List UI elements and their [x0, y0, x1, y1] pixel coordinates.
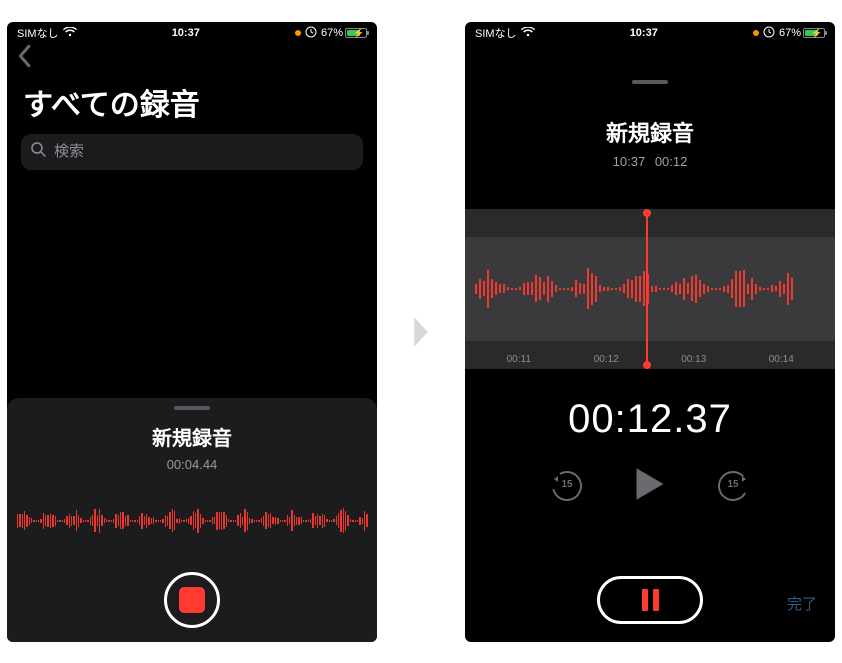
skip-amount-label: 15 — [716, 479, 750, 490]
waveform-scrubber[interactable]: 00:11 00:12 00:13 00:14 — [465, 209, 835, 369]
ruler-tick: 00:13 — [650, 354, 738, 365]
recording-clock-time: 10:37 — [613, 154, 646, 169]
transition-arrow-icon — [401, 315, 441, 349]
ruler-tick: 00:14 — [738, 354, 826, 365]
done-button[interactable]: 完了 — [787, 593, 817, 614]
drawer-grabber[interactable] — [632, 80, 668, 84]
recording-subtitle: 10:37 00:12 — [465, 154, 835, 169]
recording-title: 新規録音 — [152, 422, 232, 451]
wifi-icon — [63, 27, 77, 40]
search-input[interactable] — [54, 143, 353, 160]
recording-indicator-dot — [753, 30, 759, 36]
search-icon — [31, 142, 46, 162]
voice-memos-recording-screen: SIMなし 10:37 67% ⚡ 新規録音 10:37 00:12 — [465, 22, 835, 642]
pause-icon — [642, 589, 648, 611]
rotation-lock-icon — [763, 26, 775, 41]
playhead-cursor[interactable] — [646, 213, 648, 365]
time-ruler: 00:11 00:12 00:13 00:14 — [465, 354, 835, 365]
recording-title: 新規録音 — [465, 116, 835, 148]
skip-amount-label: 15 — [550, 479, 584, 490]
drawer-grabber[interactable] — [174, 406, 210, 410]
waveform — [7, 500, 377, 542]
recording-duration: 00:12 — [655, 154, 688, 169]
forward-15-button[interactable]: 15 — [716, 469, 750, 503]
play-button[interactable] — [634, 466, 666, 507]
search-field[interactable] — [21, 134, 363, 170]
status-bar: SIMなし 10:37 67% ⚡ — [465, 22, 835, 42]
recording-indicator-dot — [295, 30, 301, 36]
waveform — [465, 237, 835, 341]
stop-icon — [179, 587, 205, 613]
status-bar: SIMなし 10:37 67% ⚡ — [7, 22, 377, 42]
stop-recording-button[interactable] — [164, 572, 220, 628]
rotation-lock-icon — [305, 26, 317, 41]
battery-indicator: 67% ⚡ — [321, 27, 367, 39]
recording-elapsed: 00:04.44 — [167, 457, 218, 472]
back-button[interactable] — [15, 44, 33, 73]
pause-icon — [653, 589, 659, 611]
recording-drawer: 新規録音 00:04.44 — [7, 398, 377, 642]
wifi-icon — [521, 27, 535, 40]
status-time: 10:37 — [535, 27, 753, 39]
battery-indicator: 67% ⚡ — [779, 27, 825, 39]
ruler-tick: 00:12 — [563, 354, 651, 365]
status-time: 10:37 — [77, 27, 295, 39]
pause-recording-button[interactable] — [597, 576, 703, 624]
battery-percent: 67% — [321, 27, 343, 39]
voice-memos-list-screen: SIMなし 10:37 67% ⚡ すべての録音 新 — [7, 22, 377, 642]
ruler-tick: 00:11 — [475, 354, 563, 365]
battery-percent: 67% — [779, 27, 801, 39]
page-title: すべての録音 — [7, 76, 377, 134]
carrier-text: SIMなし — [17, 25, 59, 41]
elapsed-timer: 00:12.37 — [465, 397, 835, 442]
rewind-15-button[interactable]: 15 — [550, 469, 584, 503]
carrier-text: SIMなし — [475, 25, 517, 41]
